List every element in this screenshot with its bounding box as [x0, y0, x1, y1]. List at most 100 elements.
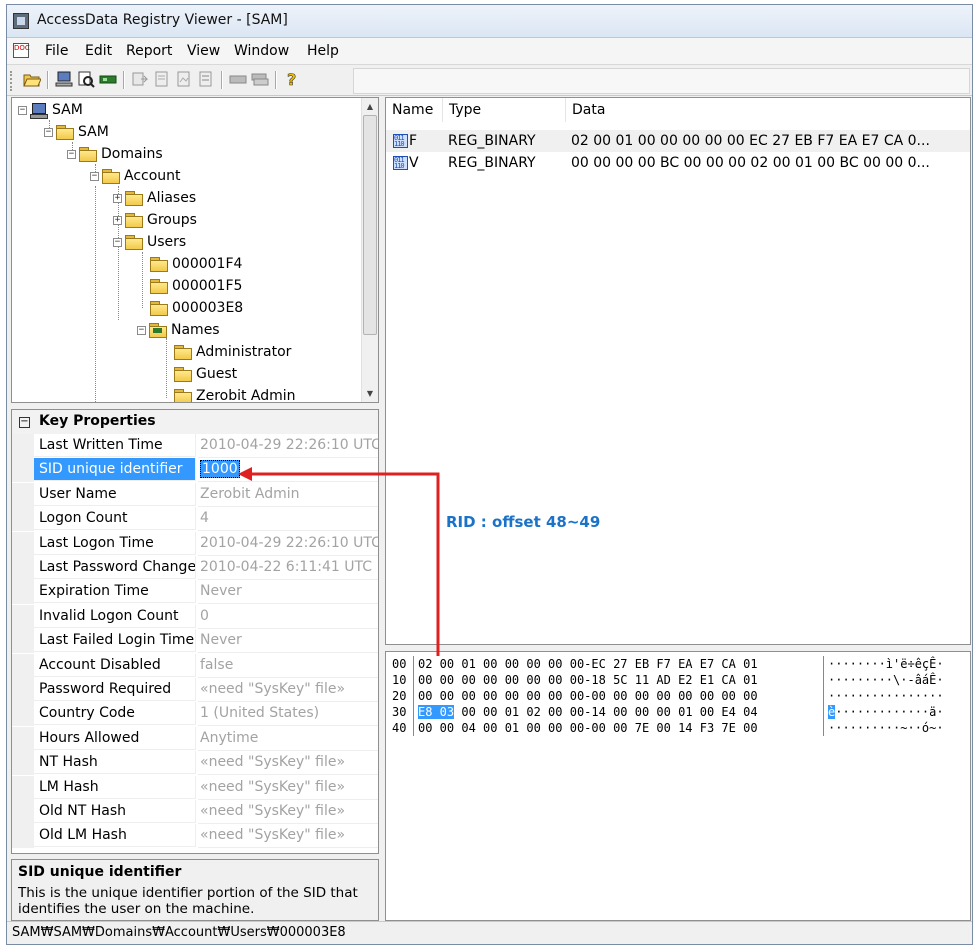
collapse-icon[interactable]: −	[19, 417, 30, 428]
open-folder-icon[interactable]	[23, 70, 42, 88]
menu-file[interactable]: File	[45, 43, 68, 59]
export-icon[interactable]	[131, 70, 149, 88]
property-row[interactable]: Logon Count 4	[12, 507, 378, 532]
property-value-text: Zerobit Admin	[200, 485, 300, 502]
property-row[interactable]: LM Hash «need "SysKey" file»	[12, 775, 378, 800]
property-row[interactable]: Old LM Hash «need "SysKey" file»	[12, 824, 378, 849]
values-list[interactable]: Name Type Data 011 110 F REG_BINARY 02 00…	[385, 97, 971, 645]
value-type: REG_BINARY	[448, 133, 536, 149]
property-row[interactable]: Last Password Change 2010-04-22 6:11:41 U…	[12, 556, 378, 580]
tree-node-label: Zerobit Admin	[196, 388, 296, 403]
key-gray-icon[interactable]	[229, 70, 247, 88]
tree-node-sam[interactable]: − SAM	[44, 122, 109, 142]
tree-node-guest[interactable]: Guest	[174, 364, 237, 384]
hex-row[interactable]: 30 E8 03 00 00 01 02 00 00-14 00 00 00 01…	[386, 704, 970, 720]
collapse-icon[interactable]: −	[18, 105, 27, 115]
expand-icon[interactable]: +	[113, 215, 122, 225]
toolbar-grip[interactable]	[10, 71, 15, 91]
property-name: Invalid Logon Count	[34, 604, 196, 628]
property-name: Account Disabled	[34, 653, 196, 677]
property-name: Last Logon Time	[34, 531, 196, 555]
property-row[interactable]: Hours Allowed Anytime	[12, 726, 378, 751]
property-row[interactable]: NT Hash «need "SysKey" file»	[12, 751, 378, 776]
scroll-down-icon[interactable]: ▼	[362, 385, 378, 402]
help-icon[interactable]: ?	[283, 70, 301, 90]
menu-edit[interactable]: Edit	[85, 43, 112, 59]
property-row[interactable]: User Name Zerobit Admin	[12, 482, 378, 507]
property-row[interactable]: Last Written Time 2010-04-29 22:26:10 UTC	[12, 434, 378, 458]
collapse-icon[interactable]: −	[90, 171, 99, 181]
tree-node-000001f4[interactable]: 000001F4	[150, 254, 242, 274]
tree-node-groups[interactable]: + Groups	[113, 210, 197, 230]
property-value-text: false	[200, 656, 234, 673]
property-row[interactable]: Old NT Hash «need "SysKey" file»	[12, 800, 378, 824]
tree-node-zerobit-admin[interactable]: Zerobit Admin	[174, 386, 296, 403]
key-icon[interactable]	[99, 70, 117, 88]
app-window: AccessData Registry Viewer - [SAM] DOC F…	[6, 4, 973, 945]
tree-node-000001f5[interactable]: 000001F5	[150, 276, 242, 296]
collapse-icon[interactable]: −	[44, 127, 53, 137]
hex-bytes: 02 00 01 00 00 00 00 00-EC 27 EB F7 EA E…	[418, 656, 758, 672]
hex-row[interactable]: 40 00 00 04 00 01 00 00 00-00 00 7E 00 14…	[386, 720, 970, 736]
tree-node-000003e8[interactable]: 000003E8	[150, 298, 243, 318]
tree-node-users[interactable]: − Users	[113, 232, 186, 252]
property-row[interactable]: Password Required «need "SysKey" file»	[12, 678, 378, 702]
keys-gray-icon[interactable]	[251, 70, 269, 88]
edit-doc-icon[interactable]	[153, 70, 171, 88]
scroll-up-icon[interactable]: ▲	[362, 98, 378, 115]
scroll-thumb[interactable]	[363, 115, 377, 335]
property-row[interactable]: Last Failed Login Time Never	[12, 629, 378, 654]
property-row[interactable]: Account Disabled false	[12, 653, 378, 678]
hex-ascii: ················	[828, 688, 944, 704]
document-icon[interactable]: DOC	[13, 43, 30, 58]
property-value: «need "SysKey" file»	[198, 678, 378, 702]
value-row-f[interactable]: 011 110 F REG_BINARY 02 00 01 00 00 00 00…	[386, 130, 970, 152]
menu-window[interactable]: Window	[234, 43, 289, 59]
hex-selected-bytes[interactable]: E8 03	[418, 705, 455, 719]
tree-node-label: 000001F5	[172, 278, 243, 294]
registry-tree[interactable]: − SAM − SAM − Domains − Account + Aliase…	[11, 97, 379, 403]
property-row[interactable]: Invalid Logon Count 0	[12, 604, 378, 629]
toolbar: ?	[7, 65, 972, 96]
list-icon[interactable]	[197, 70, 215, 88]
property-row[interactable]: SID unique identifier 1000	[12, 458, 378, 483]
property-name: Hours Allowed	[34, 726, 196, 750]
collapse-icon[interactable]: −	[137, 325, 146, 335]
hex-viewer[interactable]: 00 02 00 01 00 00 00 00 00-EC 27 EB F7 EA…	[385, 651, 971, 921]
tree-scrollbar[interactable]: ▲ ▼	[361, 98, 378, 402]
property-row[interactable]: Expiration Time Never	[12, 580, 378, 605]
column-data[interactable]: Data	[566, 98, 970, 122]
hex-ascii: ········ì'ë÷êçÊ·	[828, 656, 944, 672]
key-properties-header[interactable]: − Key Properties	[12, 410, 378, 434]
tree-node-aliases[interactable]: + Aliases	[113, 188, 196, 208]
tree-node-account[interactable]: − Account	[90, 166, 181, 186]
menu-help[interactable]: Help	[307, 43, 339, 59]
menu-view[interactable]: View	[187, 43, 220, 59]
tree-node-sam-root[interactable]: − SAM	[18, 100, 83, 120]
hex-divider	[823, 704, 824, 720]
property-name: Last Failed Login Time	[34, 629, 196, 653]
expand-icon[interactable]: +	[113, 193, 122, 203]
hex-divider	[823, 688, 824, 704]
property-row[interactable]: Country Code 1 (United States)	[12, 702, 378, 727]
hex-row[interactable]: 20 00 00 00 00 00 00 00 00-00 00 00 00 00…	[386, 688, 970, 704]
report-icon[interactable]	[175, 70, 193, 88]
property-row[interactable]: Last Logon Time 2010-04-29 22:26:10 UTC	[12, 531, 378, 556]
column-type[interactable]: Type	[443, 98, 566, 122]
property-value: «need "SysKey" file»	[198, 776, 378, 800]
hex-row[interactable]: 00 02 00 01 00 00 00 00 00-EC 27 EB F7 EA…	[386, 656, 970, 672]
toolbar-separator	[123, 71, 125, 89]
collapse-icon[interactable]: −	[113, 237, 122, 247]
find-icon[interactable]	[77, 70, 95, 88]
property-value: «need "SysKey" file»	[198, 824, 378, 849]
tree-node-names[interactable]: − Names	[137, 320, 220, 340]
hex-row[interactable]: 10 00 00 00 00 00 00 00 00-18 5C 11 AD E2…	[386, 672, 970, 688]
collapse-icon[interactable]: −	[67, 149, 76, 159]
tree-node-administrator[interactable]: Administrator	[174, 342, 291, 362]
tree-node-domains[interactable]: − Domains	[67, 144, 163, 164]
column-name[interactable]: Name	[386, 98, 443, 122]
property-gutter	[12, 702, 34, 727]
menu-report[interactable]: Report	[126, 43, 172, 59]
value-row-v[interactable]: 011 110 V REG_BINARY 00 00 00 00 BC 00 00…	[386, 152, 970, 174]
computer-icon[interactable]	[55, 70, 73, 88]
